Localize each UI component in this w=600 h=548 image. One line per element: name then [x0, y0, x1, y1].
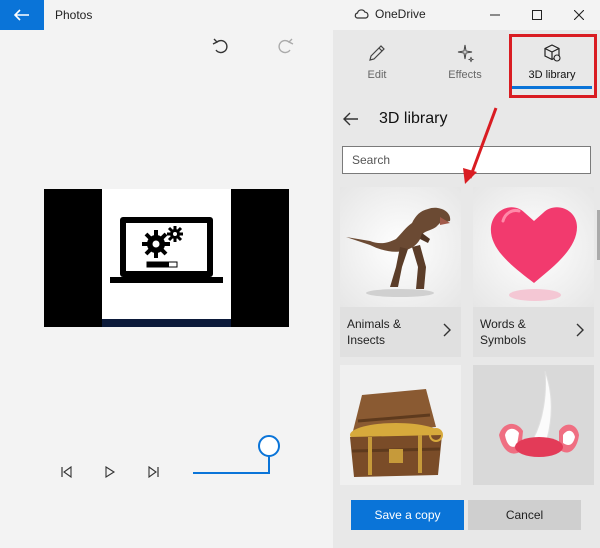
- model-card-unicorn[interactable]: [473, 365, 594, 485]
- pencil-icon: [369, 45, 385, 61]
- chevron-right-icon: [576, 323, 584, 337]
- cloud-icon: [354, 9, 369, 19]
- tab-effects-label: Effects: [448, 69, 482, 81]
- timeline-marker: [268, 454, 270, 474]
- undo-icon: [212, 38, 228, 54]
- laptop-gears-icon: [110, 217, 223, 283]
- action-bar: Save a copy Cancel: [333, 486, 600, 548]
- video-preview[interactable]: [44, 189, 289, 327]
- card-label: Words & Symbols: [480, 317, 527, 347]
- onedrive-text: OneDrive: [375, 7, 426, 21]
- tab-effects[interactable]: Effects: [425, 30, 505, 94]
- redo-button[interactable]: [276, 38, 294, 61]
- close-button[interactable]: [558, 0, 600, 30]
- play-icon: [105, 466, 116, 478]
- highlight-box: [509, 34, 597, 98]
- back-button[interactable]: [0, 0, 44, 30]
- play-button[interactable]: [100, 462, 120, 482]
- redo-icon: [278, 38, 294, 54]
- step-forward-icon: [148, 466, 159, 478]
- undo-button[interactable]: [212, 38, 230, 61]
- library-header: 3D library: [343, 110, 447, 128]
- title-bar: Photos OneDrive: [0, 0, 600, 30]
- sparkle-icon: [457, 44, 475, 63]
- maximize-button[interactable]: [516, 0, 558, 30]
- library-title: 3D library: [379, 110, 448, 127]
- previous-frame-button[interactable]: [56, 462, 76, 482]
- chevron-right-icon: [443, 323, 451, 337]
- minimize-button[interactable]: [474, 0, 516, 30]
- cancel-button[interactable]: Cancel: [468, 500, 581, 530]
- card-footer: Words & Symbols: [473, 307, 594, 357]
- timeline-track[interactable]: [193, 472, 269, 474]
- arrow-left-icon: [14, 9, 29, 21]
- unicorn-horn-image: [473, 365, 594, 485]
- search-input[interactable]: [342, 146, 591, 174]
- side-panel: Edit Effects 3D library 3D library Searc…: [333, 30, 600, 548]
- step-back-icon: [61, 466, 72, 478]
- onedrive-label: OneDrive: [353, 7, 426, 21]
- model-card-treasure-chest[interactable]: [340, 365, 461, 485]
- treasure-chest-image: [340, 365, 461, 485]
- card-label: Animals & Insects: [347, 317, 402, 347]
- tab-edit[interactable]: Edit: [337, 30, 417, 94]
- slide-image: [102, 189, 231, 327]
- card-footer: Animals & Insects: [340, 307, 461, 357]
- dinosaur-image: [340, 187, 461, 307]
- close-icon: [574, 10, 584, 20]
- arrow-left-icon[interactable]: [343, 112, 359, 126]
- heart-image: [473, 187, 594, 307]
- timeline-scrubber[interactable]: [258, 435, 280, 457]
- save-copy-button[interactable]: Save a copy: [351, 500, 464, 530]
- next-frame-button[interactable]: [144, 462, 164, 482]
- slide-footer-strip: [102, 319, 231, 327]
- app-title: Photos: [55, 8, 93, 22]
- category-card-words[interactable]: Words & Symbols: [473, 187, 594, 357]
- maximize-icon: [532, 10, 542, 20]
- tab-edit-label: Edit: [367, 69, 387, 81]
- minimize-icon: [490, 14, 500, 16]
- category-card-animals[interactable]: Animals & Insects: [340, 187, 461, 357]
